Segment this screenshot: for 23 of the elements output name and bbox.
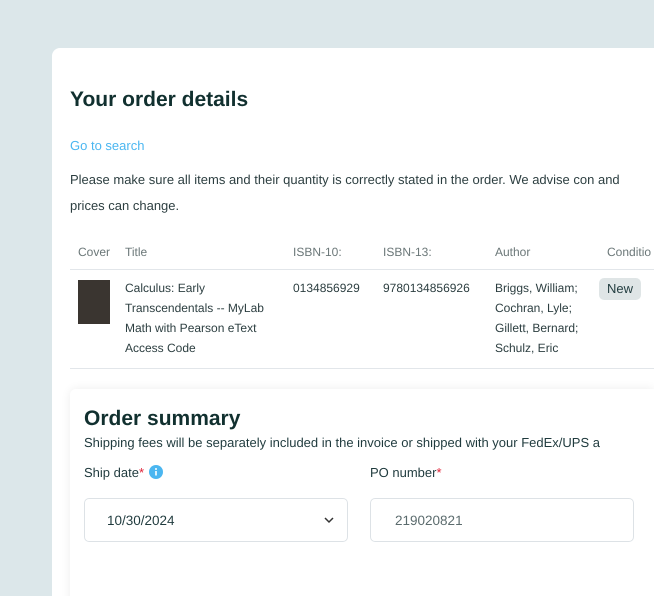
column-header: ISBN-10:: [285, 245, 375, 270]
column-header: Cover: [70, 245, 117, 270]
field-label: Ship date: [84, 464, 139, 480]
field-label: PO number: [370, 464, 436, 480]
table-cell: 0134856929: [285, 270, 375, 369]
chevron-down-icon: [323, 516, 335, 524]
column-header: Conditio: [599, 245, 654, 270]
table-cell: 9780134856926: [375, 270, 487, 369]
shipping-note: Shipping fees will be separately included in the invoice or shipped with your FedEx/UPS a: [84, 435, 601, 450]
column-header: Author: [487, 245, 599, 270]
column-header: ISBN-13:: [375, 245, 487, 270]
page-title: Your order details: [70, 88, 248, 112]
required-mark: *: [138, 464, 144, 480]
table-cell: Calculus: Early Transcendentals -- MyLab Math with Pearson eText Access Code: [117, 270, 285, 369]
date-select[interactable]: 10/30/2024: [84, 498, 348, 542]
input-field[interactable]: 219020821: [370, 498, 634, 542]
photo-placeholder: [78, 280, 110, 324]
required-mark: *: [436, 464, 442, 480]
notice-text: Please make sure all items and their quantity is correctly stated in the order. We advise con and prices can change.: [70, 171, 621, 215]
condition-tag: New: [599, 278, 642, 300]
section-title: Order summary: [84, 407, 240, 431]
info-icon[interactable]: [149, 465, 163, 479]
column-header: Title: [117, 245, 285, 270]
